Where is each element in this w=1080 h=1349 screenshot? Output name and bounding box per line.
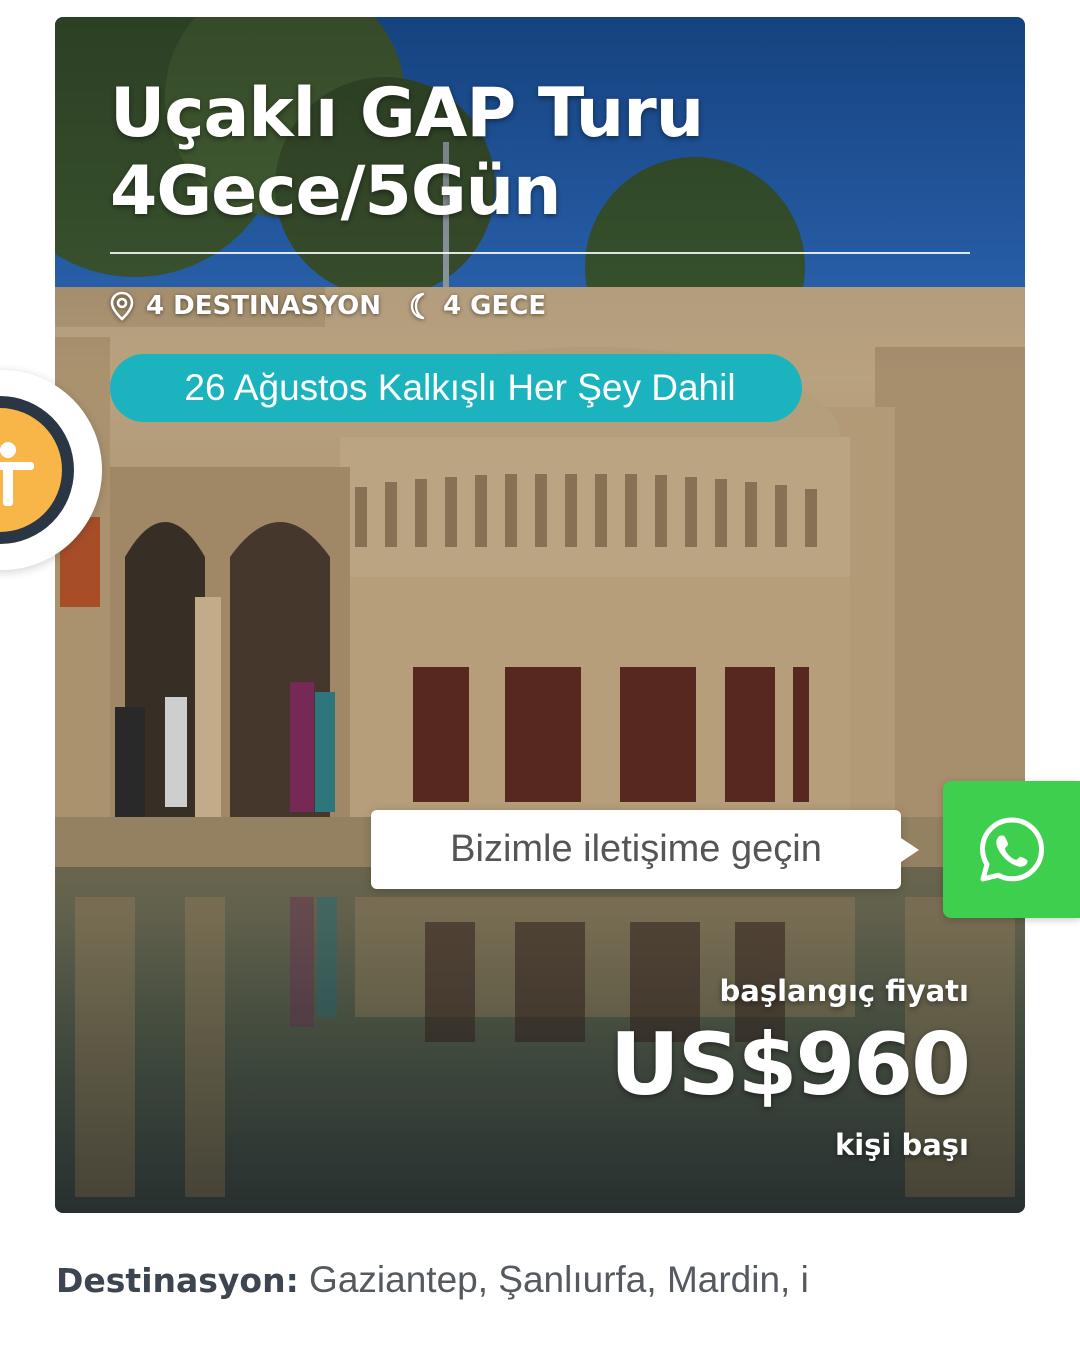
moon-icon bbox=[410, 292, 425, 320]
night-count-label: 4 GECE bbox=[443, 291, 547, 321]
contact-tooltip[interactable]: Bizimle iletişime geçin bbox=[371, 810, 919, 889]
accessibility-icon bbox=[0, 442, 34, 506]
price-label: başlangıç fiyatı bbox=[719, 974, 969, 1008]
tour-card[interactable]: Uçaklı GAP Turu 4Gece/5Gün 4 DESTINASYON… bbox=[55, 17, 1025, 1213]
page: Uçaklı GAP Turu 4Gece/5Gün 4 DESTINASYON… bbox=[0, 0, 1080, 1349]
tour-meta: 4 DESTINASYON 4 GECE bbox=[110, 291, 546, 321]
departure-badge: 26 Ağustos Kalkışlı Her Şey Dahil bbox=[110, 354, 802, 422]
price-value: US$960 bbox=[609, 1015, 971, 1115]
destination-value: Gaziantep, Şanlıurfa, Mardin, i bbox=[298, 1259, 809, 1300]
destination-label: Destinasyon: bbox=[56, 1261, 299, 1300]
tour-title-line2: 4Gece/5Gün bbox=[110, 152, 561, 231]
contact-tooltip-text: Bizimle iletişime geçin bbox=[450, 828, 822, 870]
map-pin-icon bbox=[110, 291, 134, 321]
night-count: 4 GECE bbox=[407, 291, 546, 321]
tour-title-line1: Uçaklı GAP Turu bbox=[110, 74, 704, 153]
price-block: başlangıç fiyatı US$960 kişi başı bbox=[609, 973, 971, 1163]
tour-title[interactable]: Uçaklı GAP Turu 4Gece/5Gün bbox=[110, 75, 950, 231]
price-unit: kişi başı bbox=[834, 1128, 969, 1162]
whatsapp-button[interactable] bbox=[943, 781, 1080, 918]
tooltip-arrow bbox=[901, 838, 919, 862]
title-divider bbox=[110, 252, 970, 254]
destination-count-label: 4 DESTINASYON bbox=[146, 291, 381, 321]
destination-line: Destinasyon: Gaziantep, Şanlıurfa, Mardi… bbox=[56, 1256, 809, 1305]
destination-count: 4 DESTINASYON bbox=[110, 291, 381, 321]
whatsapp-icon bbox=[979, 817, 1044, 881]
